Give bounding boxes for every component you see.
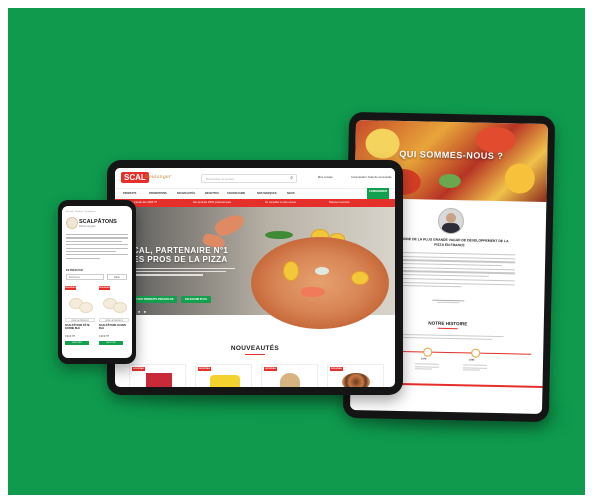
hero-subtitle: [127, 268, 235, 278]
product-card[interactable]: NOUVEAU: [261, 364, 318, 387]
promo-item: Des produits 100% professionnels: [193, 201, 231, 204]
product-card[interactable]: NOUVEAU: [129, 364, 186, 387]
title-underline: [245, 354, 265, 356]
vegetable-slice: [475, 126, 516, 154]
new-badge: NOUVEAU: [99, 286, 110, 290]
add-to-cart-button[interactable]: AJOUTER: [99, 341, 123, 345]
brand-title: SCALPÂTONS: [79, 219, 117, 225]
filter-label: FILTRER PAR: [66, 269, 83, 272]
nav-item-nouveautes[interactable]: NOUVEAUTÉS: [177, 192, 195, 195]
search-placeholder: Rechercher un produit...: [206, 176, 237, 181]
timeline-text: [462, 364, 487, 371]
phone-screen: Accueil / Produits / Scalpâtons SCALPÂTO…: [62, 206, 132, 358]
signature-block: [432, 299, 465, 304]
dough-ball-image: [79, 302, 93, 313]
herb-leaf: [438, 173, 461, 189]
nav-item-promotions[interactable]: PROMOTIONS: [149, 192, 167, 195]
about-lead-text: À L'ORIGINE DE LA PLUS GRANDE VAGUE DE D…: [390, 236, 509, 247]
history-intro: [391, 333, 504, 341]
breadcrumb[interactable]: Accueil / Produits / Scalpâtons: [66, 211, 96, 213]
product-image: [210, 375, 240, 387]
brand-subtitle: Pâtons surgelés: [79, 226, 96, 228]
product-image: [280, 373, 300, 387]
dough-ball-image: [113, 302, 127, 313]
learn-more-button[interactable]: EN SAVOIR PLUS: [181, 296, 211, 303]
new-products-title: NOUVEAUTÉS: [230, 345, 280, 352]
search-icon[interactable]: ⌕: [290, 175, 293, 182]
shrimp-image: [213, 211, 247, 239]
site-header: SCAL Boulanger Rechercher un produit... …: [115, 168, 395, 189]
green-background: QUI SOMMES-NOUS ? À L'ORIGINE DE LA PLUS…: [8, 8, 585, 495]
timeline-text: [414, 363, 439, 370]
promo-item: Paiement sécurisé: [329, 201, 350, 204]
search-input[interactable]: Rechercher un produit... ⌕: [201, 174, 297, 183]
filter-button[interactable]: Filtrer: [107, 274, 127, 280]
homepage-screen: SCAL Boulanger Rechercher un produit... …: [115, 168, 395, 387]
brand-logo: [66, 217, 78, 229]
logo-script: Boulanger: [145, 174, 172, 180]
timeline-year: 1985: [469, 358, 475, 362]
nav-item-nous[interactable]: NOUS: [287, 192, 295, 195]
new-badge: NOUVEAU: [330, 367, 343, 371]
order-link[interactable]: Commander / Suivi de commande: [351, 176, 392, 179]
new-badge: NOUVEAU: [65, 286, 76, 290]
founder-avatar: [437, 207, 465, 235]
product-image: [342, 373, 370, 387]
new-badge: NOUVEAU: [198, 367, 211, 371]
nav-item-recettes[interactable]: RECETTES: [205, 192, 219, 195]
nav-item-produits[interactable]: PRODUITS: [123, 192, 136, 195]
main-navigation: PRODUITS PROMOTIONS NOUVEAUTÉS RECETTES …: [115, 189, 395, 198]
hero-title: SCAL, PARTENAIRE N°1 DES PROS DE LA PIZZ…: [127, 246, 228, 264]
view-product-button[interactable]: VOIR LE PRODUIT: [65, 318, 95, 322]
hero-title-line: DES PROS DE LA PIZZA: [127, 255, 228, 264]
vegetable-slice: [504, 163, 536, 194]
presentation-stage: QUI SOMMES-NOUS ? À L'ORIGINE DE LA PLUS…: [0, 0, 593, 503]
hero-title-line: SCAL, PARTENAIRE N°1: [127, 246, 229, 255]
sort-select[interactable]: Pertinence: [66, 274, 104, 280]
product-card[interactable]: NOUVEAU VOIR LE PRODUIT SCALPÂTONS LEVAI…: [99, 286, 129, 352]
phone-product-list: Accueil / Produits / Scalpâtons SCALPÂTO…: [58, 200, 136, 364]
timeline-node[interactable]: [471, 348, 481, 358]
lemon-slice: [283, 261, 299, 281]
view-product-button[interactable]: VOIR LE PRODUIT: [99, 318, 129, 322]
lemon-slice: [351, 271, 369, 285]
add-to-cart-button[interactable]: AJOUTER: [65, 341, 89, 345]
product-price: 0,00 € HT: [99, 336, 110, 338]
new-badge: NOUVEAU: [264, 367, 277, 371]
product-image: [146, 373, 172, 387]
timeline-node[interactable]: [423, 347, 433, 357]
product-name: SCALPÂTONS PÂTE FARINE BLÉ: [65, 324, 90, 331]
brand-description: [66, 234, 128, 261]
title-underline: [437, 327, 458, 330]
product-name: SCALPÂTONS LEVAIN BLÉ: [99, 324, 126, 331]
tablet-homepage: SCAL Boulanger Rechercher un produit... …: [107, 160, 403, 395]
nav-item-nos-marques[interactable]: NOS MARQUES: [257, 192, 277, 195]
promo-bar: Livraison gratuite dès 200€ HT Des produ…: [115, 199, 395, 207]
avatar-head: [445, 212, 457, 224]
product-card[interactable]: NOUVEAU: [327, 364, 384, 387]
product-card[interactable]: NOUVEAU VOIR LE PRODUIT SCALPÂTONS PÂTE …: [65, 286, 95, 352]
herb-garnish: [315, 267, 329, 275]
product-price: 0,00 € HT: [65, 336, 76, 338]
herb-garnish: [265, 231, 293, 239]
nav-item-savoir-faire[interactable]: SAVOIR-FAIRE: [227, 192, 245, 195]
salmon-topping: [301, 287, 325, 297]
promo-item: Un conseiller à votre écoute: [265, 201, 296, 204]
new-badge: NOUVEAU: [132, 367, 145, 371]
timeline-year: 1978: [421, 357, 427, 361]
pizza-image: [251, 237, 389, 329]
product-card[interactable]: NOUVEAU: [195, 364, 252, 387]
avatar-body: [441, 222, 460, 235]
account-link[interactable]: Mon compte: [318, 176, 333, 179]
